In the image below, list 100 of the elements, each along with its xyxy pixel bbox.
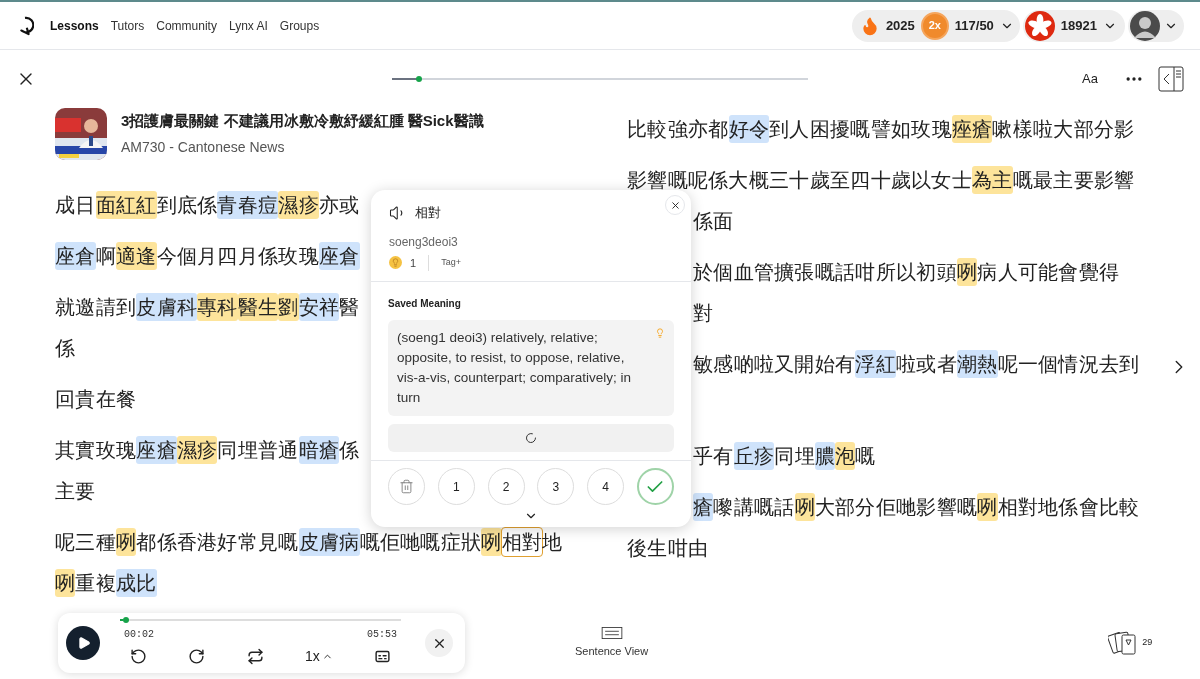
nav-link[interactable]: Groups xyxy=(279,16,320,35)
nav-link[interactable]: Tutors xyxy=(110,16,145,35)
play-button[interactable] xyxy=(66,626,100,660)
transcript-text: 同埋普通 xyxy=(217,437,299,463)
highlighted-word[interactable]: 咧 xyxy=(794,492,815,521)
highlighted-word[interactable]: 咧 xyxy=(481,527,502,556)
multiplier-badge: 2x xyxy=(920,11,949,40)
transcript-text: 重複 xyxy=(75,570,116,596)
meaning-field[interactable]: (soeng1 deoi3) relatively, relative; opposite, to resist, to oppose, relative, vis-a-vis, counterpart; comparatively; in turn xyxy=(388,320,674,416)
font-size-button[interactable]: Aa xyxy=(1082,69,1098,89)
highlighted-word[interactable]: 咧 xyxy=(956,257,978,286)
highlighted-word[interactable]: 丘疹 xyxy=(733,441,775,470)
sentence-view-button[interactable]: Sentence View xyxy=(575,626,649,660)
play-icon xyxy=(77,636,91,650)
panel-toggle-icon[interactable] xyxy=(1158,66,1184,92)
duration: 05:53 xyxy=(367,628,397,642)
transcript-text: 啦或者 xyxy=(896,351,957,377)
highlighted-word[interactable]: 為主 xyxy=(972,165,1013,194)
transcript-text: 醫 xyxy=(339,294,360,320)
trash-icon xyxy=(399,479,414,494)
cards-icon[interactable] xyxy=(1108,630,1139,656)
transcript-text: 其實玫瑰 xyxy=(55,437,137,463)
nav-link[interactable]: Lessons xyxy=(50,16,99,35)
transcript-text: 成日 xyxy=(55,192,96,218)
highlighted-word[interactable]: 痤瘡 xyxy=(951,114,993,143)
nav-link[interactable]: Lynx AI xyxy=(228,16,268,35)
cards-count: 29 xyxy=(1142,636,1153,650)
transcript-text: 後生咁由 xyxy=(627,535,709,561)
transcript-text: 到人困擾嘅譬如玫瑰 xyxy=(769,116,952,142)
highlighted-word[interactable]: 皮膚病 xyxy=(298,527,360,556)
rewind-icon[interactable] xyxy=(130,648,147,665)
transcript-text: 嚟講嘅話 xyxy=(713,494,795,520)
transcript-text: 嘅佢哋嘅症狀 xyxy=(359,529,482,555)
highlighted-word[interactable]: 面紅紅 xyxy=(95,190,157,219)
transcript-text: 回貴在餐 xyxy=(55,386,137,412)
highlighted-word[interactable]: 座倉 xyxy=(318,241,360,270)
section-heading: Saved Meaning xyxy=(388,297,462,311)
close-icon xyxy=(669,199,681,211)
transcript-text: 大部分佢哋影響嘅 xyxy=(814,494,978,520)
highlighted-word[interactable]: 成比 xyxy=(115,568,157,597)
transcript-text: 於個血管擴張嘅話咁所以初頭 xyxy=(693,259,957,285)
repeat-icon[interactable] xyxy=(246,648,264,665)
transcript-text: 係 xyxy=(339,437,360,463)
transcript-text: 係面 xyxy=(693,208,734,234)
transcript-text: 亦或 xyxy=(318,192,360,218)
highlighted-word[interactable]: 暗瘡 xyxy=(298,435,340,464)
transcript-text: 主要 xyxy=(55,478,96,504)
transcript-text: 啊 xyxy=(95,243,116,269)
close-player-button[interactable] xyxy=(425,629,453,657)
highlighted-word[interactable]: 劉 xyxy=(278,292,299,321)
popup-word: 相對 xyxy=(415,204,441,222)
speed-button[interactable]: 1x xyxy=(304,646,333,667)
transcript-text: 嘅 xyxy=(855,443,876,469)
highlighted-word[interactable]: 醫生 xyxy=(237,292,279,321)
transcript-text: 嘅最主要影響 xyxy=(1012,167,1135,193)
highlighted-word[interactable]: 座瘡 xyxy=(136,435,177,464)
coins-pill[interactable]: 18921 xyxy=(1022,9,1125,42)
transcript-text: 今個月四月係玫瑰 xyxy=(156,243,319,269)
highlighted-word[interactable]: 適逢 xyxy=(115,241,157,270)
highlighted-word[interactable]: 安祥 xyxy=(298,292,340,321)
highlighted-word[interactable]: 咧 xyxy=(115,527,137,556)
streak-count: 2025 xyxy=(885,16,915,35)
highlighted-word[interactable]: 座倉 xyxy=(55,241,96,270)
transcript-text: 對 xyxy=(693,300,714,326)
coin-count: 18921 xyxy=(1060,16,1097,35)
transcript-text: 係 xyxy=(55,335,76,361)
nav-link[interactable]: Community xyxy=(156,16,217,35)
highlighted-word[interactable]: 咧 xyxy=(977,492,998,521)
highlighted-word[interactable]: 好令 xyxy=(728,114,770,143)
highlighted-word[interactable]: 瘡 xyxy=(693,492,714,521)
highlighted-word[interactable]: 咧 xyxy=(55,568,76,597)
flower-flag-icon xyxy=(1024,10,1055,41)
transcript-text: 敏感啲啦又開始有 xyxy=(693,351,856,377)
highlighted-word[interactable]: 泡 xyxy=(835,441,856,470)
transcript-text: 嗽樣啦大部分影 xyxy=(992,116,1135,142)
transcript-text: 呢三種 xyxy=(55,529,116,555)
highlighted-word[interactable]: 膿 xyxy=(814,441,836,470)
spinner-icon xyxy=(525,432,537,444)
highlighted-word[interactable]: 皮膚科 xyxy=(136,292,198,321)
transcript-text: 比較強亦都 xyxy=(627,116,729,142)
forward-icon[interactable] xyxy=(188,648,206,665)
highlighted-word[interactable]: 濕疹 xyxy=(176,435,218,464)
highlighted-word[interactable]: 濕疹 xyxy=(278,190,319,219)
profile-pill[interactable] xyxy=(1128,9,1184,42)
transcript-text: 到底係 xyxy=(156,192,218,218)
highlighted-word[interactable]: 專科 xyxy=(197,292,238,321)
avatar xyxy=(1130,10,1160,41)
subtitles-icon[interactable] xyxy=(374,648,391,665)
highlighted-word[interactable]: 潮熱 xyxy=(956,349,998,378)
transcript-text: 相對地係會比較 xyxy=(997,494,1140,520)
highlighted-word[interactable]: 浮紅 xyxy=(855,349,896,378)
transcript-text: 病人可能會覺得 xyxy=(977,259,1120,285)
count: 1 xyxy=(410,255,417,271)
bulb-coin-icon xyxy=(389,256,402,270)
highlighted-word[interactable]: 青春痘 xyxy=(217,190,279,219)
transcript-text: 乎有 xyxy=(693,443,734,469)
romanization: soeng3deoi3 xyxy=(389,233,459,251)
tag-button[interactable]: Tag+ xyxy=(441,256,461,270)
transcript-text: 影響嘅呢係大概三十歲至四十歲以女士 xyxy=(627,167,973,193)
elapsed-time: 00:02 xyxy=(124,628,154,642)
